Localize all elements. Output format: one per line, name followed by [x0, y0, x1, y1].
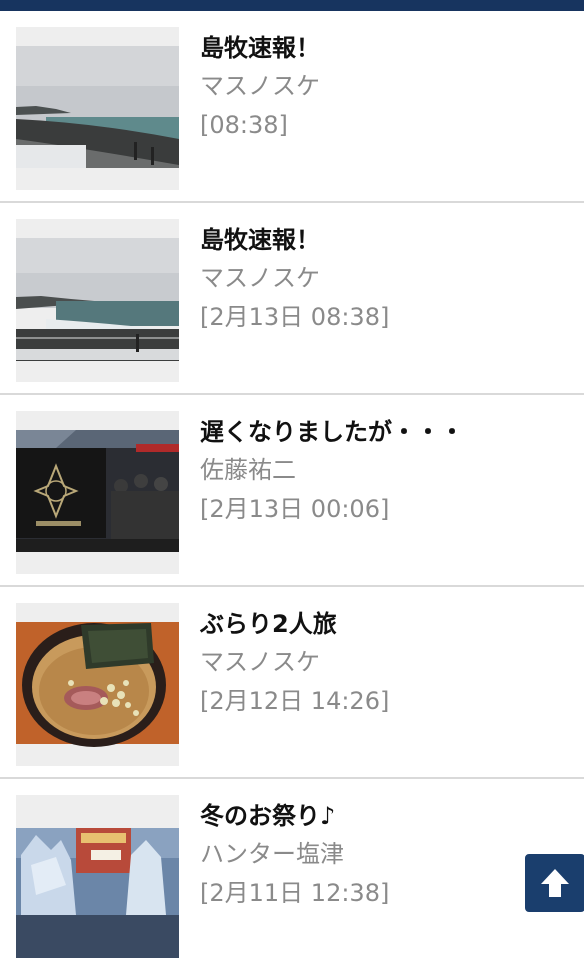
post-date: [08:38] — [200, 111, 288, 139]
post-date: [2月13日 00:06] — [200, 495, 390, 523]
back-to-top-button[interactable] — [523, 852, 584, 914]
post-date: [2月11日 12:38] — [200, 879, 390, 907]
post-thumbnail[interactable] — [16, 219, 179, 382]
post-author: 佐藤祐二 — [200, 456, 296, 484]
post-title[interactable]: 冬のお祭り♪ — [200, 797, 574, 835]
list-item[interactable]: ぶらり2人旅 マスノスケ [2月12日 14:26] — [0, 587, 584, 779]
snow-festival-image — [16, 795, 179, 958]
post-date: [2月13日 08:38] — [200, 303, 390, 331]
header-bar — [0, 0, 584, 11]
coast-waves-image — [16, 219, 179, 382]
post-thumbnail[interactable] — [16, 795, 179, 958]
post-author: マスノスケ — [200, 648, 320, 676]
post-title[interactable]: 遅くなりましたが・・・ — [200, 413, 574, 451]
post-thumbnail[interactable] — [16, 27, 179, 190]
post-thumbnail[interactable] — [16, 411, 179, 574]
snowy-coast-image — [16, 27, 179, 190]
ramen-bowl-image — [16, 603, 179, 766]
exhibition-booth-image — [16, 411, 179, 574]
post-date: [2月12日 14:26] — [200, 687, 390, 715]
post-author: ハンター塩津 — [200, 840, 344, 868]
list-item[interactable]: 島牧速報！ マスノスケ [08:38] — [0, 11, 584, 203]
list-item[interactable]: 遅くなりましたが・・・ 佐藤祐二 [2月13日 00:06] — [0, 395, 584, 587]
post-thumbnail[interactable] — [16, 603, 179, 766]
post-author: マスノスケ — [200, 72, 320, 100]
arrow-up-icon — [541, 869, 569, 897]
post-title[interactable]: ぶらり2人旅 — [200, 605, 574, 643]
list-item[interactable]: 冬のお祭り♪ ハンター塩津 [2月11日 12:38] — [0, 779, 584, 971]
post-list: 島牧速報！ マスノスケ [08:38] 島牧速報！ マスノスケ [2月13日 0… — [0, 11, 584, 971]
post-title[interactable]: 島牧速報！ — [200, 29, 574, 67]
list-item[interactable]: 島牧速報！ マスノスケ [2月13日 08:38] — [0, 203, 584, 395]
post-author: マスノスケ — [200, 264, 320, 292]
post-title[interactable]: 島牧速報！ — [200, 221, 574, 259]
